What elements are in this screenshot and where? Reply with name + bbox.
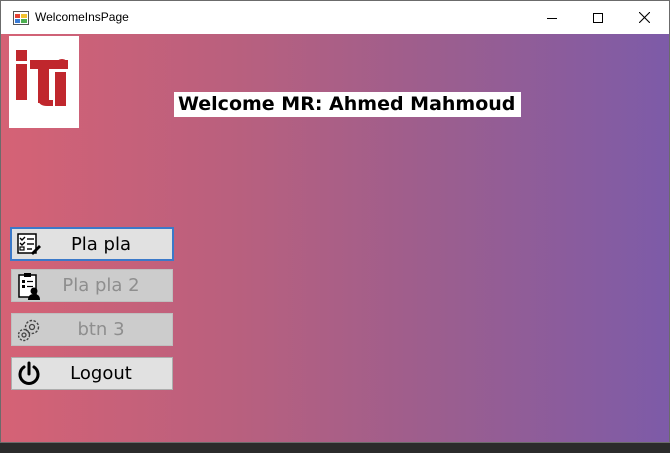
background-strip (0, 443, 670, 453)
btn-3-label: btn 3 (77, 319, 125, 340)
maximize-icon (593, 12, 603, 23)
gears-icon (14, 315, 44, 345)
clipboard-person-icon (14, 271, 44, 301)
power-icon (14, 359, 44, 389)
window-title: WelcomeInsPage (35, 10, 129, 24)
pla-pla-2-label: Pla pla 2 (62, 275, 140, 296)
pla-pla-button[interactable]: Pla pla (10, 227, 174, 261)
pla-pla-2-button[interactable]: Pla pla 2 (11, 269, 173, 302)
minimize-icon (547, 17, 557, 19)
welcome-label: Welcome MR: Ahmed Mahmoud (174, 92, 522, 117)
title-bar[interactable]: WelcomeInsPage (1, 1, 669, 34)
btn-3-button[interactable]: btn 3 (11, 313, 173, 346)
close-icon (638, 12, 650, 23)
close-button[interactable] (621, 1, 667, 34)
app-window: WelcomeInsPage Welcome MR: Ahmed Mahmoud… (0, 0, 670, 443)
pla-pla-label: Pla pla (70, 233, 132, 255)
logout-label: Logout (70, 363, 132, 384)
main-panel: Welcome MR: Ahmed Mahmoud Pla pla Pla pl… (1, 34, 669, 442)
minimize-button[interactable] (529, 1, 575, 34)
logout-button[interactable]: Logout (11, 357, 173, 390)
maximize-button[interactable] (575, 1, 621, 34)
app-icon (13, 11, 29, 25)
checklist-icon (14, 229, 44, 259)
iti-logo (9, 36, 79, 128)
